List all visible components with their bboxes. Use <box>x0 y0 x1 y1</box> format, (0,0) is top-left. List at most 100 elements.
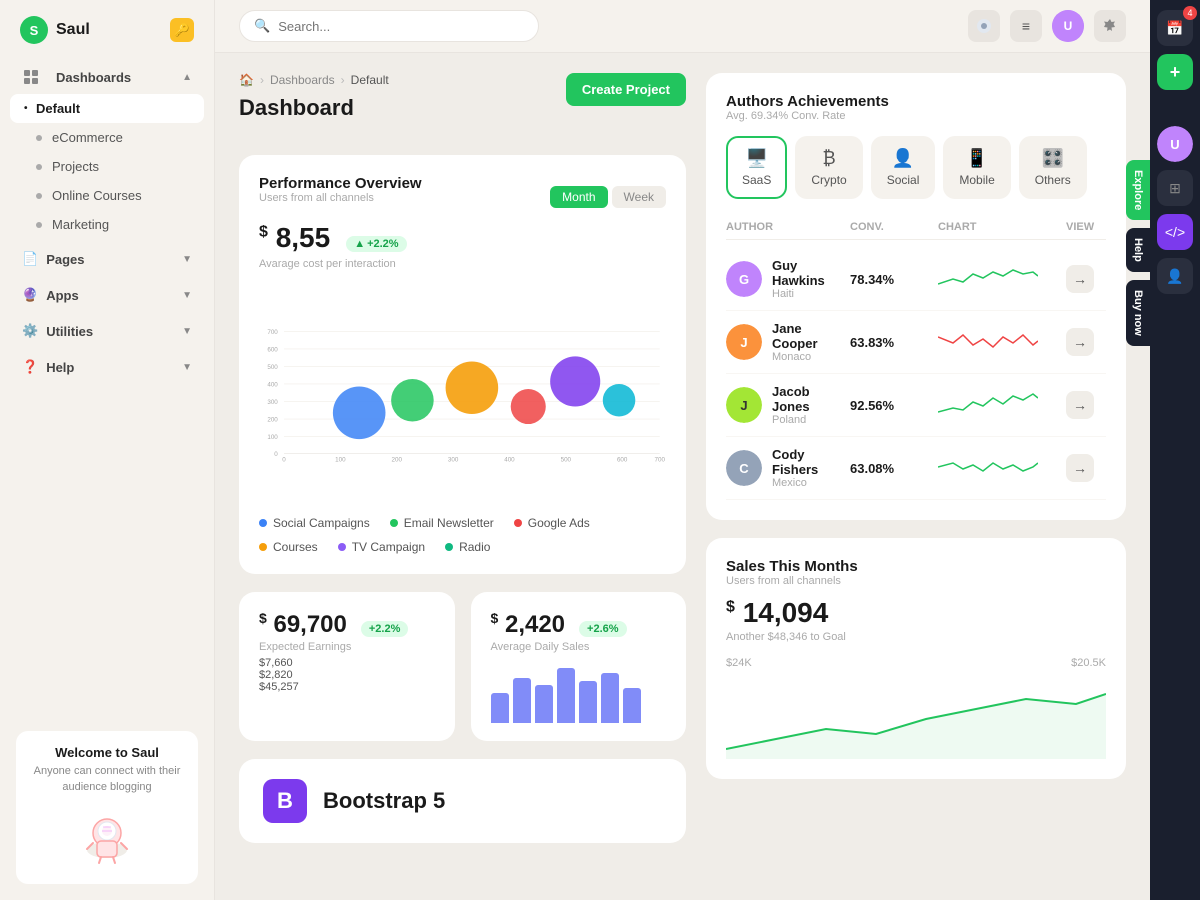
author-row-cody: C Cody Fishers Mexico 63.08% → <box>726 437 1106 500</box>
category-tabs: 🖥️ SaaS ₿ Crypto 👤 Social 📱 Mobile <box>726 136 1106 199</box>
sidebar-footer: Welcome to Saul Anyone can connect with … <box>0 715 214 900</box>
toggle-week-button[interactable]: Week <box>612 186 666 208</box>
help-label[interactable]: Help <box>1126 228 1150 272</box>
author-name-jacob: Jacob Jones <box>772 384 842 414</box>
metric-label: Avarage cost per interaction <box>259 258 666 270</box>
author-row-guy: G Guy Hawkins Haiti 78.34% → <box>726 248 1106 311</box>
svg-text:700: 700 <box>655 457 666 464</box>
svg-text:600: 600 <box>617 457 628 464</box>
app-name: Saul <box>56 21 90 39</box>
authors-subtitle: Avg. 69.34% Conv. Rate <box>726 110 1106 122</box>
nav-group-pages-header[interactable]: 📄 Pages ▼ <box>10 243 204 275</box>
page-header: 🏠 › Dashboards › Default Dashboard Creat… <box>239 73 686 139</box>
topbar-menu-icon[interactable]: ≡ <box>1010 10 1042 42</box>
topbar-settings-icon[interactable] <box>1094 10 1126 42</box>
explore-label[interactable]: Explore <box>1126 160 1150 220</box>
nav-group-help-header[interactable]: ❓ Help ▼ <box>10 351 204 383</box>
breadcrumb-dashboards[interactable]: Dashboards <box>270 73 335 87</box>
author-row-jacob: J Jacob Jones Poland 92.56% → <box>726 374 1106 437</box>
rs-user-icon[interactable]: 👤 <box>1157 258 1193 294</box>
earnings-label: Expected Earnings <box>259 641 435 653</box>
help-icon: ❓ <box>22 359 38 375</box>
sidebar-item-projects[interactable]: Projects <box>10 152 204 181</box>
buy-label[interactable]: Buy now <box>1126 280 1150 346</box>
search-box[interactable]: 🔍 <box>239 10 539 42</box>
social-label: Social <box>887 173 920 187</box>
floating-labels: Explore Help Buy now <box>1126 160 1150 346</box>
cat-tab-mobile[interactable]: 📱 Mobile <box>943 136 1010 199</box>
sidebar-item-ecommerce[interactable]: eCommerce <box>10 123 204 152</box>
view-button-guy[interactable]: → <box>1066 265 1094 293</box>
bar-chart-mini <box>491 663 667 723</box>
toggle-month-button[interactable]: Month <box>550 186 607 208</box>
avatar-guy: G <box>726 261 762 297</box>
search-input[interactable] <box>278 19 524 34</box>
view-button-jacob[interactable]: → <box>1066 391 1094 419</box>
nav-group-utilities-header[interactable]: ⚙️ Utilities ▼ <box>10 315 204 347</box>
rs-grid-icon[interactable]: ⊞ <box>1157 170 1193 206</box>
perf-title-area: Performance Overview Users from all chan… <box>259 175 422 218</box>
sales-chart <box>726 679 1106 759</box>
nav-group-utilities: ⚙️ Utilities ▼ <box>10 315 204 347</box>
others-label: Others <box>1035 173 1071 187</box>
logo-icon: S <box>20 16 48 44</box>
rs-add-icon[interactable]: + <box>1157 54 1193 90</box>
cat-tab-saas[interactable]: 🖥️ SaaS <box>726 136 787 199</box>
nav-group-help: ❓ Help ▼ <box>10 351 204 383</box>
conv-guy: 78.34% <box>850 272 930 287</box>
create-project-button[interactable]: Create Project <box>566 73 686 106</box>
topbar-notification-icon[interactable] <box>968 10 1000 42</box>
sales-value: $ 14,094 <box>726 597 828 629</box>
sales-subtitle: Users from all channels <box>726 575 1106 587</box>
legend-dot-google <box>514 519 522 527</box>
rs-calendar-icon[interactable]: 📅 4 <box>1157 10 1193 46</box>
earnings-card: $ 69,700 +2.2% Expected Earnings $7,660 … <box>239 592 455 741</box>
perf-header: Performance Overview Users from all chan… <box>259 175 666 218</box>
sales-goal: Another $48,346 to Goal <box>726 631 1106 643</box>
svg-text:300: 300 <box>267 399 278 406</box>
apps-chevron: ▼ <box>182 290 192 301</box>
social-icon: 👤 <box>892 148 914 169</box>
cat-tab-social[interactable]: 👤 Social <box>871 136 936 199</box>
bootstrap-label: Bootstrap 5 <box>323 788 445 814</box>
dashboards-icon <box>22 68 40 86</box>
mobile-label: Mobile <box>959 173 994 187</box>
nav-group-dashboards-header[interactable]: Dashboards ▲ <box>10 60 204 94</box>
sidebar-item-marketing[interactable]: Marketing <box>10 210 204 239</box>
conv-jane: 63.83% <box>850 335 930 350</box>
cat-tab-crypto[interactable]: ₿ Crypto <box>795 136 862 199</box>
sidebar-item-online-courses[interactable]: Online Courses <box>10 181 204 210</box>
view-button-cody[interactable]: → <box>1066 454 1094 482</box>
calendar-badge: 4 <box>1183 6 1197 20</box>
mobile-icon: 📱 <box>966 148 988 169</box>
col-chart: CHART <box>938 221 1058 233</box>
nav-dot <box>36 193 42 199</box>
rs-code-icon[interactable]: </> <box>1157 214 1193 250</box>
toggle-group: Month Week <box>550 186 666 208</box>
metric-value: $ 8,55 <box>259 222 330 254</box>
svg-text:500: 500 <box>561 457 572 464</box>
sales-y-label-20k: $20.5K <box>1071 657 1106 669</box>
nav-group-pages: 📄 Pages ▼ <box>10 243 204 275</box>
topbar: 🔍 ≡ U <box>215 0 1150 53</box>
stats-row: $ 69,700 +2.2% Expected Earnings $7,660 … <box>239 592 686 741</box>
nav-group-apps-header[interactable]: 🔮 Apps ▼ <box>10 279 204 311</box>
metric-badge: ▲ +2.2% <box>346 236 406 252</box>
sidebar: S Saul 🔑 Dashboards ▲ Default eComme <box>0 0 215 900</box>
rs-avatar[interactable]: U <box>1157 126 1193 162</box>
sidebar-toggle-button[interactable]: 🔑 <box>170 18 194 42</box>
view-button-jane[interactable]: → <box>1066 328 1094 356</box>
bubble-chart: 700 600 500 400 300 200 100 0 0 100 200 … <box>259 284 666 504</box>
right-sidebar: 📅 4 + U ⊞ </> 👤 Explore Help Buy now <box>1150 0 1200 900</box>
search-icon: 🔍 <box>254 18 270 34</box>
performance-overview-card: Performance Overview Users from all chan… <box>239 155 686 574</box>
sidebar-item-default[interactable]: Default <box>10 94 204 123</box>
cat-tab-others[interactable]: 🎛️ Others <box>1019 136 1087 199</box>
content-right: Authors Achievements Avg. 69.34% Conv. R… <box>706 73 1126 880</box>
sparkline-jane <box>938 327 1038 357</box>
author-name-cody: Cody Fishers <box>772 447 842 477</box>
author-location-guy: Haiti <box>772 288 842 300</box>
legend-dot-social <box>259 519 267 527</box>
avatar-jane: J <box>726 324 762 360</box>
topbar-avatar[interactable]: U <box>1052 10 1084 42</box>
